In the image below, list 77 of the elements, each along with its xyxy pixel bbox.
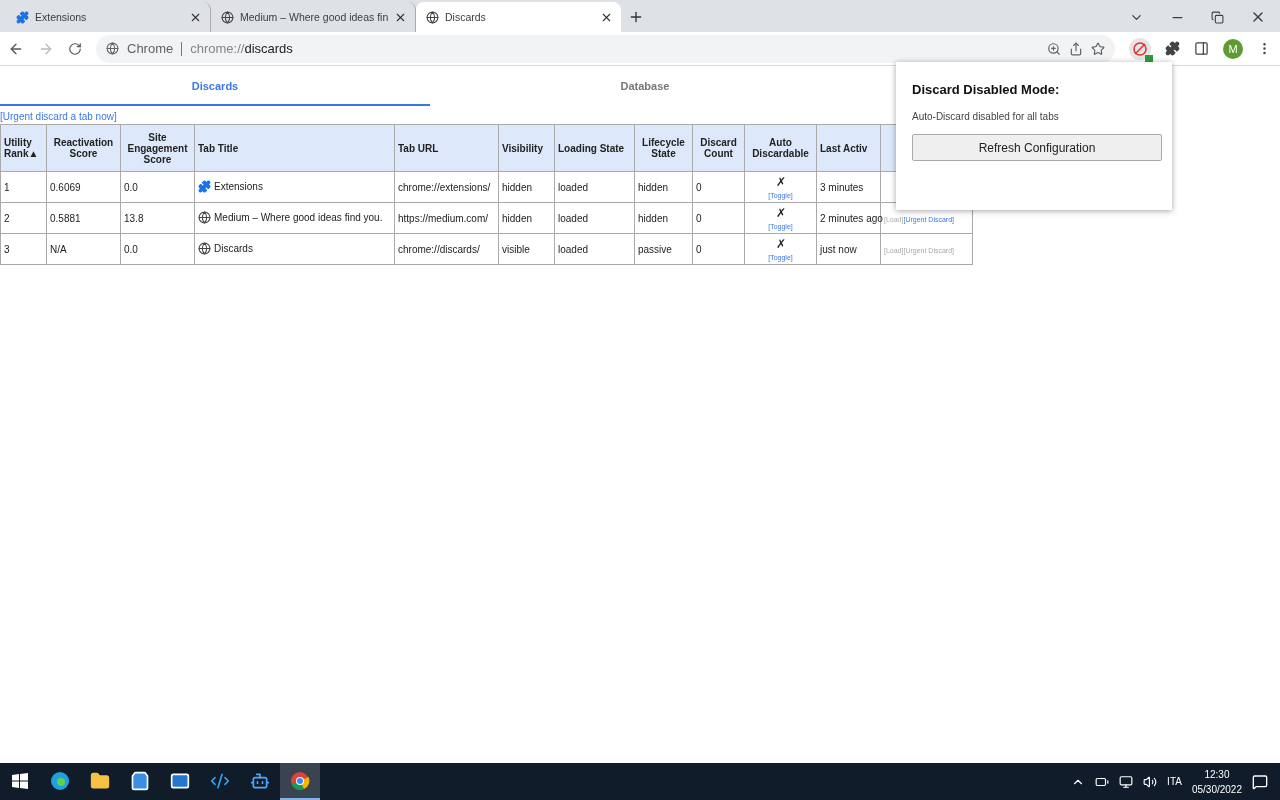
table-cell: hidden (634, 202, 693, 234)
table-cell: 0 (692, 171, 745, 203)
popup-message: Auto-Discard disabled for all tabs (912, 111, 1059, 122)
chrome-icon (290, 770, 310, 791)
table-cell: passive (634, 233, 693, 265)
windows-start-icon[interactable] (12, 772, 28, 789)
column-header[interactable]: Site Engagement Score (120, 124, 195, 172)
column-header[interactable]: Discard Count (692, 124, 745, 172)
new-tab-icon[interactable] (628, 9, 644, 25)
side-panel-icon[interactable] (1194, 41, 1209, 56)
notifications-icon[interactable] (1252, 773, 1268, 790)
tab-title-text: Medium – Where good ideas find you. (214, 211, 383, 223)
globe-icon (221, 10, 234, 24)
language-indicator[interactable]: ITA (1167, 776, 1182, 787)
tab-title-text: Extensions (214, 180, 263, 192)
table-cell: chrome://discards/ (394, 233, 499, 265)
zoom-icon[interactable] (1047, 41, 1061, 56)
column-header[interactable]: Visibility (498, 124, 555, 172)
page-tab[interactable]: Discards (0, 66, 430, 106)
globe-icon (426, 10, 439, 24)
page-tab[interactable]: Database (430, 66, 860, 106)
puzzle-icon (198, 179, 211, 193)
cross-mark: ✗ (774, 205, 787, 220)
restore-icon[interactable] (1211, 10, 1224, 24)
cross-mark: ✗ (774, 236, 787, 251)
browser-tab[interactable]: Extensions (6, 2, 211, 32)
column-header[interactable]: Reactivation Score (46, 124, 121, 172)
table-cell: N/A (46, 233, 121, 265)
table-cell: 1 (0, 171, 47, 203)
column-header[interactable]: Auto Discardable (744, 124, 817, 172)
tab-title-text: Discards (214, 242, 253, 254)
column-header[interactable]: Utility Rank▲ (0, 124, 47, 172)
column-header[interactable]: Tab Title (194, 124, 395, 172)
table-cell: hidden (498, 171, 555, 203)
extensions-icon[interactable] (1165, 41, 1180, 56)
table-cell: 0 (692, 233, 745, 265)
table-cell: 3 (0, 233, 47, 265)
volume-icon[interactable] (1143, 774, 1158, 789)
globe-icon (198, 210, 211, 224)
refresh-button[interactable]: Refresh Configuration (912, 134, 1162, 161)
folder-icon (90, 770, 110, 791)
browser-tab[interactable]: Discards (416, 2, 621, 32)
table-cell: chrome://extensions/ (394, 171, 499, 203)
table-cell: https://medium.com/ (394, 202, 499, 234)
network-icon[interactable] (1119, 774, 1134, 789)
globe-icon (198, 241, 211, 255)
bookmark-star-icon[interactable] (1091, 41, 1105, 56)
table-cell: 0.0 (120, 233, 195, 265)
share-icon[interactable] (1069, 41, 1083, 56)
popup-title: Discard Disabled Mode: (912, 82, 1060, 97)
column-header[interactable]: Lifecycle State (634, 124, 693, 172)
clock-time[interactable]: 12:30 (1204, 766, 1230, 782)
cross-mark: ✗ (774, 174, 787, 189)
table-cell: 0.0 (120, 171, 195, 203)
reload-icon[interactable] (68, 41, 82, 56)
table-cell: 0.6069 (46, 171, 121, 203)
table-cell: 3 minutes (816, 171, 881, 203)
table-cell: 2 (0, 202, 47, 234)
address-bar[interactable]: Chrome chrome://discards (96, 34, 1115, 63)
table-cell: hidden (498, 202, 555, 234)
table-cell: loaded (554, 233, 635, 265)
table-cell: loaded (554, 171, 635, 203)
column-header[interactable]: Loading State (554, 124, 635, 172)
clock-date[interactable]: 05/30/2022 (1191, 781, 1242, 797)
table-cell: just now (816, 233, 881, 265)
table-cell: hidden (634, 171, 693, 203)
table-cell: 0.5881 (46, 202, 121, 234)
column-header[interactable]: Last Activ (816, 124, 881, 172)
column-header[interactable]: Tab URL (394, 124, 499, 172)
puzzle-icon (16, 10, 29, 24)
table-cell: loaded (554, 202, 635, 234)
urgent-discard-link[interactable]: [Urgent discard a tab now] (0, 111, 117, 122)
table-cell: 13.8 (120, 202, 195, 234)
table-cell: visible (498, 233, 555, 265)
table-cell: 0 (692, 202, 745, 234)
table-cell: 2 minutes ago (816, 202, 881, 234)
extension-badge-icon[interactable] (1129, 37, 1151, 60)
